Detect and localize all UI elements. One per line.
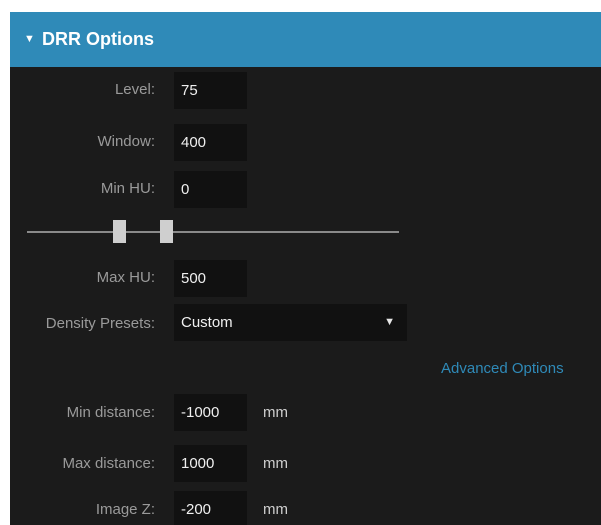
panel-title: DRR Options — [42, 29, 154, 49]
drr-options-header[interactable]: ▼ DRR Options — [10, 12, 601, 67]
min-distance-unit: mm — [263, 404, 288, 421]
image-z-label: Image Z: — [95, 501, 155, 518]
image-z-unit: mm — [263, 501, 288, 518]
advanced-options-link[interactable]: Advanced Options — [441, 359, 564, 379]
image-z-input[interactable] — [174, 491, 247, 525]
drr-options-panel: ▼ DRR Options Level: Window: Min HU: Max… — [0, 0, 601, 525]
level-input[interactable] — [174, 72, 247, 109]
density-presets-label: Density Presets: — [45, 315, 155, 332]
drr-options-body: Level: Window: Min HU: Max HU: Density P… — [10, 67, 601, 525]
min-hu-input[interactable] — [174, 171, 247, 208]
density-presets-select[interactable]: Custom ▼ — [174, 304, 407, 341]
density-presets-value: Custom — [181, 314, 233, 331]
min-distance-label: Min distance: — [66, 404, 155, 421]
max-distance-unit: mm — [263, 455, 288, 472]
hu-range-slider[interactable] — [27, 217, 399, 247]
slider-track[interactable] — [27, 231, 399, 233]
window-input[interactable] — [174, 124, 247, 161]
dropdown-arrow-icon: ▼ — [384, 316, 395, 328]
max-hu-input[interactable] — [174, 260, 247, 297]
slider-min-handle[interactable] — [113, 220, 126, 243]
slider-max-handle[interactable] — [160, 220, 173, 243]
window-label: Window: — [97, 133, 155, 150]
caret-down-icon: ▼ — [24, 33, 35, 45]
min-hu-label: Min HU: — [100, 180, 155, 197]
max-distance-input[interactable] — [174, 445, 247, 482]
max-distance-label: Max distance: — [62, 455, 155, 472]
min-distance-input[interactable] — [174, 394, 247, 431]
max-hu-label: Max HU: — [96, 269, 155, 286]
level-label: Level: — [114, 81, 155, 98]
